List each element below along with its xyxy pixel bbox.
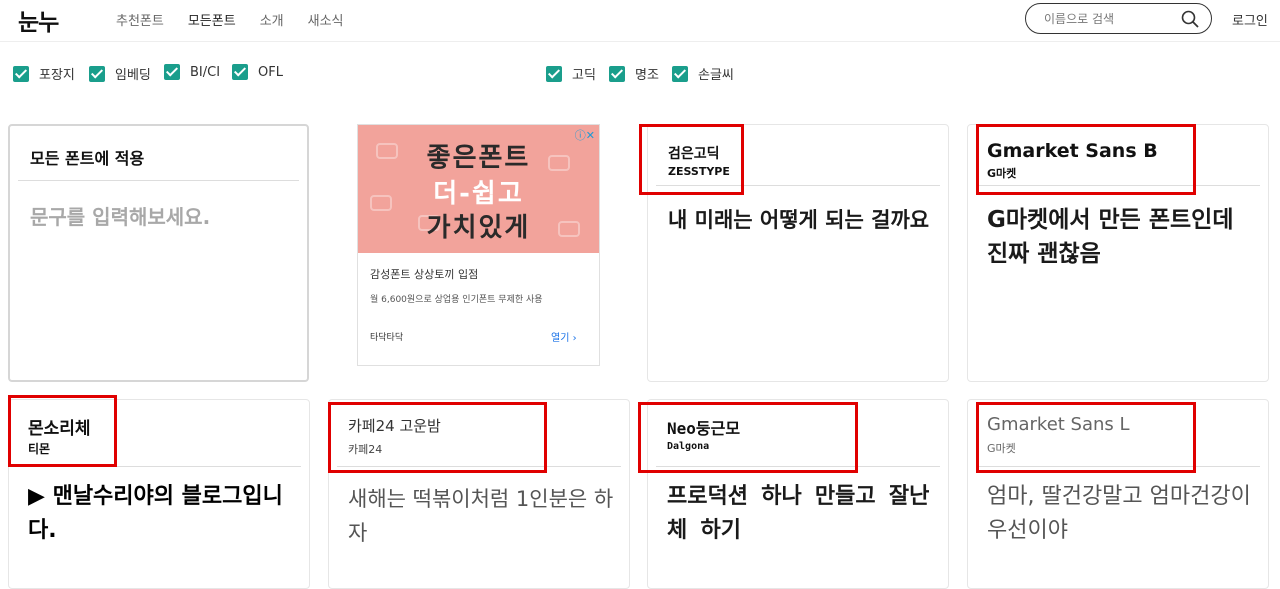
filter-label: 포장지: [39, 68, 75, 83]
ad-line: 가치있게: [426, 213, 531, 243]
nav-about[interactable]: 소개: [260, 10, 284, 29]
search-input[interactable]: [1044, 10, 1184, 28]
checkbox-checked-icon[interactable]: [672, 65, 688, 82]
checkbox-checked-icon[interactable]: [546, 65, 562, 82]
font-sample-text: G마켓에서 만든 폰트인데 진짜 괜찮음: [987, 207, 1234, 267]
font-sample-text: ▶ 맨날수리야의 블로그입니다.: [28, 484, 283, 543]
font-sample-text: 내 미래는 어떻게 되는 걸까요: [668, 208, 930, 232]
filter-embedding[interactable]: 임베딩: [89, 64, 151, 83]
sample-text-input[interactable]: 문구를 입력해보세요.: [30, 201, 210, 230]
site-header: 눈누 추천폰트 모든폰트 소개 새소식 로그인: [0, 0, 1280, 42]
filter-label: 명조: [635, 68, 659, 83]
filter-label: 손글씨: [698, 68, 734, 83]
adchoices-icon[interactable]: ⓘ✕: [575, 127, 595, 143]
login-link[interactable]: 로그인: [1232, 10, 1268, 29]
filter-gothic[interactable]: 고딕: [546, 64, 596, 83]
apply-card-title: 모든 폰트에 적용: [30, 149, 145, 168]
filter-label: 고딕: [572, 68, 596, 83]
filter-label: 임베딩: [115, 68, 151, 83]
highlight-box: [639, 124, 744, 195]
checkbox-checked-icon[interactable]: [609, 65, 625, 82]
font-sample-text: 프로덕션 하나 만들고 잘난체 하기: [667, 484, 930, 543]
checkbox-checked-icon[interactable]: [164, 64, 180, 80]
filter-ofl[interactable]: OFL: [232, 64, 283, 80]
highlight-box: [638, 402, 858, 473]
ad-line: 좋은폰트: [426, 143, 531, 173]
checkbox-checked-icon[interactable]: [89, 65, 105, 82]
filter-bar: 포장지 임베딩 BI/CI OFL 고딕 명조 손글씨: [0, 64, 1280, 84]
filter-label: OFL: [258, 64, 283, 80]
main-nav: 추천폰트 모든폰트 소개 새소식: [116, 10, 368, 29]
ad-title[interactable]: 감성폰트 상상토끼 입점: [370, 266, 478, 282]
filter-handwriting[interactable]: 손글씨: [672, 64, 734, 83]
ad-image[interactable]: 좋은폰트 더-쉽고 가치있게 ⓘ✕: [358, 125, 599, 253]
font-sample-text: 엄마, 딸건강말고 엄마건강이 우선이야: [987, 484, 1251, 543]
filter-label: BI/CI: [190, 64, 221, 80]
ad-line: 더-쉽고: [433, 179, 524, 209]
ad-description: 월 6,600원으로 상업용 인기폰트 무제한 사용: [370, 295, 543, 305]
nav-news[interactable]: 새소식: [308, 10, 344, 29]
divider: [18, 180, 299, 181]
nav-all-fonts[interactable]: 모든폰트: [188, 10, 236, 29]
highlight-box: [976, 402, 1196, 473]
search-icon[interactable]: [1181, 10, 1199, 28]
checkbox-checked-icon[interactable]: [13, 65, 29, 82]
nav-recommended[interactable]: 추천폰트: [116, 10, 164, 29]
filter-bici[interactable]: BI/CI: [164, 64, 220, 80]
ad-brand: 타닥타닥: [370, 333, 404, 343]
filter-packaging[interactable]: 포장지: [13, 64, 75, 83]
chevron-right-icon: ›: [572, 333, 577, 344]
ad-open-button[interactable]: 열기 ›: [551, 329, 577, 344]
highlight-box: [328, 402, 547, 473]
search-box: [1025, 3, 1212, 34]
font-sample-text: 새해는 떡볶이처럼 1인분은 하자: [348, 487, 614, 545]
checkbox-checked-icon[interactable]: [232, 64, 248, 80]
apply-text-card: 모든 폰트에 적용 문구를 입력해보세요.: [8, 124, 309, 382]
highlight-box: [8, 395, 117, 467]
filter-myeongjo[interactable]: 명조: [609, 64, 659, 83]
highlight-box: [976, 124, 1196, 195]
site-logo[interactable]: 눈누: [18, 3, 59, 37]
ad-banner[interactable]: 좋은폰트 더-쉽고 가치있게 ⓘ✕ 감성폰트 상상토끼 입점 월 6,600원으…: [357, 124, 600, 366]
